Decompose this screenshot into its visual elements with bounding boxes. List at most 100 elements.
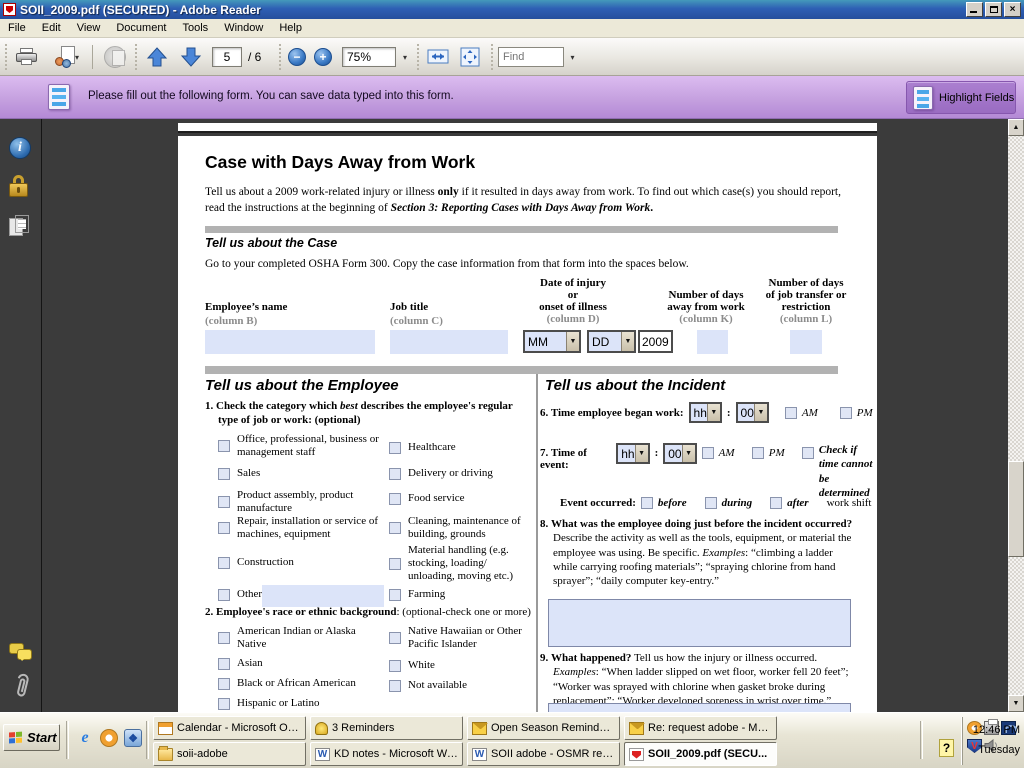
checkbox-asian[interactable]: [218, 658, 230, 670]
event-occurred-label: Event occurred:: [560, 497, 636, 509]
taskbar-button-soii-pdf-active[interactable]: SOII_2009.pdf (SECU...: [624, 742, 777, 766]
checkbox-cleaning[interactable]: [389, 522, 401, 534]
checkbox-healthcare[interactable]: [389, 442, 401, 454]
checkbox-before-shift[interactable]: [641, 497, 653, 509]
start-button[interactable]: Start: [3, 724, 60, 751]
checkbox-black[interactable]: [218, 678, 230, 690]
q7-row: 7. Time of event: hh▼ : 00▼ AM PM Check …: [540, 443, 877, 500]
vertical-scrollbar[interactable]: ▲ ▼: [1008, 119, 1024, 712]
checkbox-construction[interactable]: [218, 557, 230, 569]
checkbox-hispanic[interactable]: [218, 698, 230, 710]
close-button[interactable]: ×: [1004, 2, 1021, 17]
checkbox-office[interactable]: [218, 440, 230, 452]
attachments-paperclip-icon[interactable]: [11, 671, 31, 706]
previous-page-button[interactable]: [142, 42, 172, 72]
checkbox-after-shift[interactable]: [770, 497, 782, 509]
windows-flag-icon: [9, 731, 23, 744]
q6-minute-select[interactable]: 00▼: [736, 402, 769, 423]
checkbox-repair[interactable]: [218, 522, 230, 534]
scroll-down-button[interactable]: ▼: [1008, 695, 1024, 712]
days-transfer-field[interactable]: [790, 330, 822, 354]
checkbox-delivery[interactable]: [389, 468, 401, 480]
menu-help[interactable]: Help: [271, 20, 310, 36]
employee-name-field[interactable]: [205, 330, 375, 354]
checkbox-farming[interactable]: [389, 589, 401, 601]
q1-option-label: Product assembly, product manufacture: [237, 489, 387, 515]
taskbar-button-soii-adobe-doc[interactable]: SOII adobe - OSMR revi...: [467, 742, 620, 766]
q7-minute-select[interactable]: 00▼: [663, 443, 696, 464]
explorer-quicklaunch-icon[interactable]: ❖: [124, 729, 142, 747]
checkbox-during-shift[interactable]: [705, 497, 717, 509]
next-page-button[interactable]: [176, 42, 206, 72]
checkbox-time-cannot-be-determined[interactable]: [802, 447, 814, 459]
internet-explorer-icon[interactable]: e: [76, 729, 94, 747]
after-label: after: [787, 497, 808, 509]
zoom-out-button[interactable]: −: [288, 48, 306, 66]
page-number-input[interactable]: 5: [212, 47, 242, 67]
collaborate-button[interactable]: [100, 42, 130, 72]
menu-edit[interactable]: Edit: [34, 20, 69, 36]
q6-hour-select[interactable]: hh▼: [689, 402, 722, 423]
checkbox-food-service[interactable]: [389, 493, 401, 505]
section-divider-bar: [205, 366, 838, 374]
print-button[interactable]: [12, 42, 42, 72]
distribute-form-button[interactable]: ▾: [48, 42, 86, 72]
checkbox-american-indian[interactable]: [218, 632, 230, 644]
q9-answer-textarea[interactable]: [548, 703, 851, 712]
menu-window[interactable]: Window: [216, 20, 271, 36]
taskbar-divider: [920, 721, 923, 759]
q2-option-label: Asian: [237, 657, 263, 670]
event-occurred-row: Event occurred: before during after work…: [560, 497, 871, 509]
zoom-level-input[interactable]: 75%: [342, 47, 396, 67]
reminder-bell-icon: [315, 722, 328, 735]
zoom-in-button[interactable]: +: [314, 48, 332, 66]
checkbox-white[interactable]: [389, 660, 401, 672]
checkbox-q7-am[interactable]: [702, 447, 714, 459]
checkbox-q7-pm[interactable]: [752, 447, 764, 459]
checkbox-native-hawaiian[interactable]: [389, 632, 401, 644]
taskbar-button-soii-adobe-folder[interactable]: soii-adobe: [153, 742, 306, 766]
taskbar-button-open-season[interactable]: Open Season Reminders...: [467, 716, 620, 740]
checkbox-sales[interactable]: [218, 468, 230, 480]
find-dropdown-button[interactable]: ▾: [566, 42, 579, 72]
restore-button[interactable]: [985, 2, 1002, 17]
taskbar-button-reminders[interactable]: 3 Reminders: [310, 716, 463, 740]
taskbar-clock[interactable]: 12:46 PM Tuesday: [973, 721, 1020, 761]
scroll-up-button[interactable]: ▲: [1008, 119, 1024, 136]
month-select[interactable]: MM▼: [523, 330, 581, 353]
fit-page-button[interactable]: [456, 42, 484, 72]
zoom-dropdown-button[interactable]: ▾: [398, 42, 412, 72]
chevron-down-icon: ▼: [682, 445, 695, 462]
checkbox-material-handling[interactable]: [389, 558, 401, 570]
menu-document[interactable]: Document: [108, 20, 174, 36]
menu-file[interactable]: File: [0, 20, 34, 36]
taskbar-button-kd-notes[interactable]: KD notes - Microsoft Word: [310, 742, 463, 766]
outlook-quicklaunch-icon[interactable]: [100, 729, 118, 747]
print-icon: [16, 48, 38, 66]
taskbar-button-re-request[interactable]: Re: request adobe - Mes...: [624, 716, 777, 740]
checkbox-q6-am[interactable]: [785, 407, 797, 419]
help-icon[interactable]: ?: [939, 739, 954, 757]
days-away-field[interactable]: [697, 330, 728, 354]
job-title-field[interactable]: [390, 330, 508, 354]
find-input[interactable]: [499, 51, 563, 63]
document-info-icon[interactable]: i: [9, 137, 31, 159]
q8-answer-textarea[interactable]: [548, 599, 851, 647]
fit-width-button[interactable]: [424, 42, 452, 72]
q1-option-label: Other: [237, 588, 262, 601]
toolbar-grip: [278, 44, 283, 70]
checkbox-product-assembly[interactable]: [218, 496, 230, 508]
menu-tools[interactable]: Tools: [175, 20, 217, 36]
checkbox-other[interactable]: [218, 589, 230, 601]
checkbox-q6-pm[interactable]: [840, 407, 852, 419]
taskbar-button-calendar[interactable]: Calendar - Microsoft Outl...: [153, 716, 306, 740]
scrollbar-thumb[interactable]: [1008, 461, 1024, 557]
q7-hour-select[interactable]: hh▼: [616, 443, 649, 464]
minimize-button[interactable]: [966, 2, 983, 17]
checkbox-not-available[interactable]: [389, 680, 401, 692]
day-select[interactable]: DD▼: [587, 330, 636, 353]
toolbar-separator: [92, 45, 93, 69]
other-text-field[interactable]: [262, 585, 384, 607]
menu-view[interactable]: View: [69, 20, 109, 36]
highlight-fields-button[interactable]: Highlight Fields: [906, 81, 1016, 114]
